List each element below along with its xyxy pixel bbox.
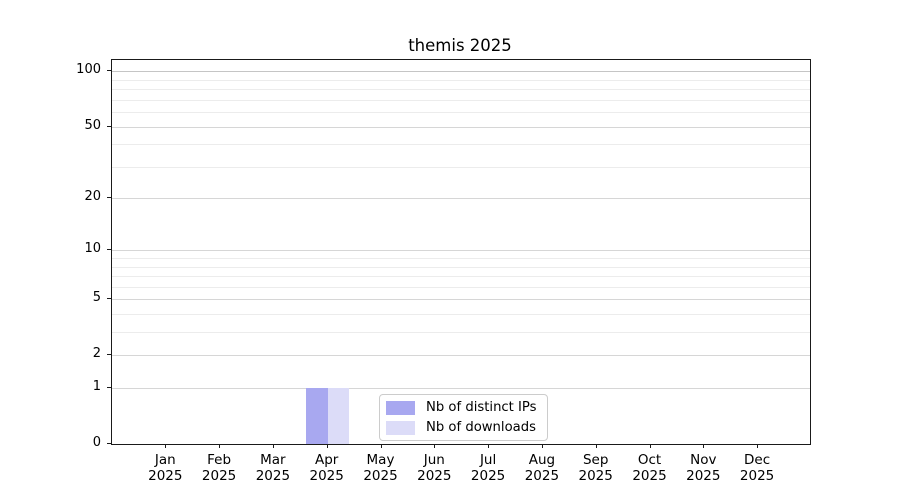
y-tick-label: 50 <box>0 118 101 134</box>
bar-distinct-ips <box>306 388 328 444</box>
legend: Nb of distinct IPs Nb of downloads <box>379 394 548 441</box>
y-tick-label: 100 <box>0 62 101 78</box>
y-tick-label: 1 <box>0 379 101 395</box>
x-tick-mark <box>757 444 758 448</box>
y-gridline-major <box>112 388 810 389</box>
y-tick-mark <box>107 249 111 250</box>
y-gridline-minor <box>112 267 810 268</box>
x-tick-mark <box>488 444 489 448</box>
legend-item-downloads: Nb of downloads <box>386 420 537 435</box>
y-gridline-major <box>112 355 810 356</box>
y-tick-mark <box>107 126 111 127</box>
y-tick-mark <box>107 443 111 444</box>
y-gridline-major <box>112 198 810 199</box>
legend-swatch-downloads-icon <box>386 421 415 435</box>
y-tick-label: 2 <box>0 346 101 362</box>
y-gridline-minor <box>112 332 810 333</box>
y-gridline-minor <box>112 89 810 90</box>
x-tick-mark <box>434 444 435 448</box>
y-gridline-minor <box>112 314 810 315</box>
y-tick-mark <box>107 387 111 388</box>
y-gridline-minor <box>112 287 810 288</box>
x-tick-mark <box>165 444 166 448</box>
chart-root: themis 2025 Nb of distinct IPs Nb of dow… <box>0 0 900 500</box>
y-gridline-minor <box>112 258 810 259</box>
x-tick-mark <box>219 444 220 448</box>
x-tick-mark <box>596 444 597 448</box>
y-tick-mark <box>107 298 111 299</box>
bar-downloads <box>328 388 350 444</box>
legend-label-downloads: Nb of downloads <box>426 420 536 435</box>
y-gridline-major <box>112 250 810 251</box>
y-gridline-minor <box>112 100 810 101</box>
x-tick-mark <box>542 444 543 448</box>
legend-item-distinct-ips: Nb of distinct IPs <box>386 400 537 415</box>
y-gridline-major <box>112 299 810 300</box>
x-tick-mark <box>703 444 704 448</box>
y-gridline-minor <box>112 144 810 145</box>
legend-swatch-distinct-ips-icon <box>386 401 415 415</box>
y-tick-mark <box>107 70 111 71</box>
y-gridline-minor <box>112 80 810 81</box>
y-gridline-minor <box>112 112 810 113</box>
x-tick-mark <box>273 444 274 448</box>
y-gridline-minor <box>112 276 810 277</box>
y-tick-label: 5 <box>0 290 101 306</box>
y-tick-mark <box>107 197 111 198</box>
chart-title: themis 2025 <box>111 36 809 55</box>
y-tick-label: 10 <box>0 241 101 257</box>
plot-area <box>111 59 811 445</box>
y-gridline-major <box>112 71 810 72</box>
y-tick-label: 0 <box>0 435 101 451</box>
x-tick-mark <box>381 444 382 448</box>
x-tick-label: Dec 2025 <box>717 452 797 484</box>
y-gridline-major <box>112 127 810 128</box>
legend-label-distinct-ips: Nb of distinct IPs <box>426 400 537 415</box>
y-tick-label: 20 <box>0 189 101 205</box>
y-tick-mark <box>107 354 111 355</box>
x-tick-mark <box>327 444 328 448</box>
y-gridline-minor <box>112 167 810 168</box>
x-tick-mark <box>650 444 651 448</box>
